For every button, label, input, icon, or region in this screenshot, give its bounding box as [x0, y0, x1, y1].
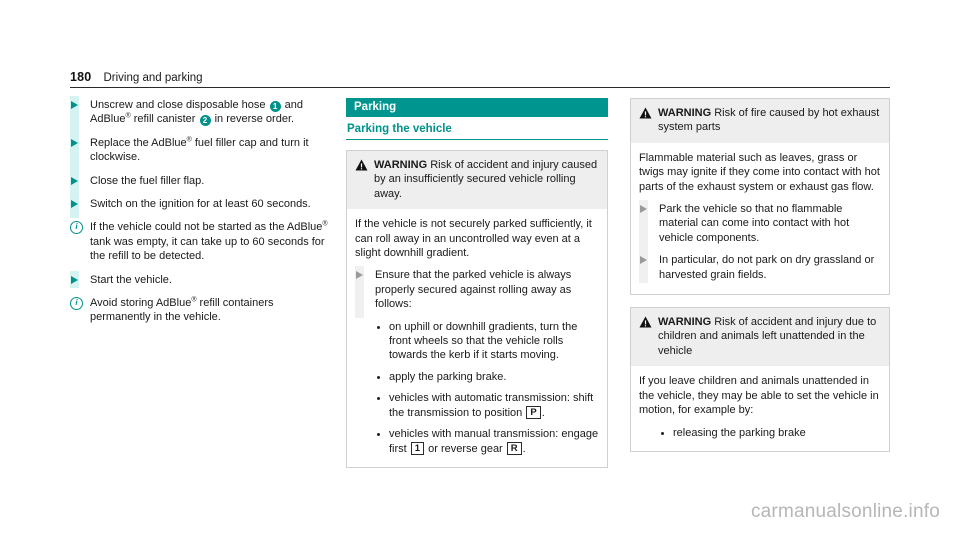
- bullet-turn-front-wheels: on uphill or downhill gradients, turn th…: [355, 320, 599, 363]
- arrow-bullet-icon: [70, 136, 90, 165]
- warning-body: If you leave children and animals unatte…: [631, 366, 889, 451]
- warning-header: WARNING Risk of accident and injury caus…: [347, 151, 607, 210]
- step-text: Start the vehicle.: [90, 273, 172, 286]
- dot-bullet-icon: [375, 320, 389, 363]
- registered-trademark-symbol: ®: [186, 136, 192, 144]
- bullet-text: apply the parking brake.: [389, 370, 507, 383]
- warning-paragraph: If the vehicle is not securely parked su…: [355, 218, 592, 260]
- middle-column: Parking Parking the vehicle WARNING Risk…: [346, 98, 608, 480]
- registered-trademark-symbol: ®: [191, 296, 197, 304]
- gear-key-1: 1: [410, 441, 425, 455]
- step-park-away-from-flammable: Park the vehicle so that no flammable ma…: [639, 200, 881, 252]
- page-header: 180 Driving and parking: [70, 70, 890, 88]
- gear-key-P: P: [526, 405, 541, 419]
- step-replace-filler-cap: Replace the AdBlue® fuel filler cap and …: [70, 133, 332, 172]
- step-text: Park the vehicle so that no flammable ma…: [659, 203, 850, 244]
- info-note-text: Avoid storing AdBlue® refill containers …: [90, 296, 274, 324]
- info-icon: [70, 296, 90, 325]
- site-watermark: carmanualsonline.info: [750, 501, 940, 522]
- dot-bullet-icon: [659, 426, 673, 440]
- arrow-bullet-icon: [70, 174, 90, 188]
- registered-trademark-symbol: ®: [322, 220, 328, 228]
- step-ensure-secured: Ensure that the parked vehicle is always…: [355, 266, 599, 318]
- warning-label: WARNING: [658, 107, 712, 119]
- warning-box-fire: WARNING Risk of fire caused by hot exhau…: [630, 98, 890, 296]
- warning-triangle-icon: [638, 315, 658, 358]
- step-close-filler-flap: Close the fuel filler flap.: [70, 171, 332, 196]
- page-title: Driving and parking: [103, 72, 203, 84]
- dot-bullet-icon: [375, 370, 389, 384]
- fire-steps-group: Park the vehicle so that no flammable ma…: [639, 200, 881, 284]
- bullet-automatic-transmission: vehicles with automatic transmission: sh…: [355, 391, 599, 420]
- bullet-text: vehicles with automatic transmission: sh…: [389, 392, 594, 419]
- step-text: In particular, do not park on dry grassl…: [659, 254, 875, 281]
- bullet-releasing-parking-brake: releasing the parking brake: [639, 426, 881, 440]
- warning-triangle-icon: [638, 106, 658, 135]
- warning-headline: WARNING Risk of fire caused by hot exhau…: [658, 106, 881, 135]
- step-text: Ensure that the parked vehicle is always…: [375, 269, 572, 311]
- gear-key-R: R: [506, 441, 522, 455]
- warning-headline: WARNING Risk of accident and injury caus…: [374, 158, 599, 201]
- arrow-bullet-icon: [70, 273, 90, 287]
- step-text: Close the fuel filler flap.: [90, 174, 205, 187]
- bullet-text: releasing the parking brake: [673, 426, 806, 439]
- info-note-text: If the vehicle could not be started as t…: [90, 220, 328, 263]
- step-no-dry-grassland: In particular, do not park on dry grassl…: [639, 251, 881, 284]
- warning-label: WARNING: [374, 159, 428, 171]
- callout-badge-1: 1: [269, 101, 281, 112]
- step-text: Switch on the ignition for at least 60 s…: [90, 198, 311, 211]
- content-columns: Unscrew and close disposable hose 1 and …: [70, 96, 890, 480]
- warning-box-children: WARNING Risk of accident and injury due …: [630, 307, 890, 452]
- warning-label: WARNING: [658, 316, 712, 329]
- left-column: Unscrew and close disposable hose 1 and …: [70, 96, 332, 480]
- info-note-storage: Avoid storing AdBlue® refill containers …: [70, 296, 332, 325]
- warning-box-rolling-away: WARNING Risk of accident and injury caus…: [346, 150, 608, 468]
- step-unscrew-close-hose: Unscrew and close disposable hose 1 and …: [70, 96, 332, 134]
- dot-bullet-icon: [375, 427, 389, 456]
- middle-sub-bullets: on uphill or downhill gradients, turn th…: [355, 320, 599, 456]
- step-start-vehicle: Start the vehicle.: [70, 270, 332, 289]
- arrow-bullet-icon: [70, 197, 90, 211]
- subsection-title-parking-the-vehicle: Parking the vehicle: [346, 117, 608, 140]
- bullet-text: vehicles with manual transmission: engag…: [389, 428, 599, 455]
- info-icon: [70, 220, 90, 263]
- step-switch-on-ignition: Switch on the ignition for at least 60 s…: [70, 195, 332, 219]
- info-note-refill-detection: If the vehicle could not be started as t…: [70, 220, 332, 263]
- page-number: 180: [70, 70, 92, 84]
- right-column: WARNING Risk of fire caused by hot exhau…: [630, 98, 890, 480]
- warning-header: WARNING Risk of accident and injury due …: [631, 308, 889, 367]
- step-text: Unscrew and close disposable hose 1 and …: [90, 99, 303, 127]
- left-steps-group: Unscrew and close disposable hose 1 and …: [70, 96, 332, 219]
- children-sub-bullets: releasing the parking brake: [639, 426, 881, 440]
- bullet-manual-transmission: vehicles with manual transmission: engag…: [355, 427, 599, 456]
- bullet-apply-parking-brake: apply the parking brake.: [355, 370, 599, 384]
- registered-trademark-symbol: ®: [125, 112, 131, 120]
- callout-badge-2: 2: [199, 115, 211, 127]
- dot-bullet-icon: [375, 391, 389, 420]
- bullet-text: on uphill or downhill gradients, turn th…: [389, 320, 578, 362]
- warning-headline: WARNING Risk of accident and injury due …: [658, 315, 881, 358]
- step-text: Replace the AdBlue® fuel filler cap and …: [90, 136, 309, 164]
- warning-triangle-icon: [354, 158, 374, 201]
- warning-paragraph: Flammable material such as leaves, grass…: [639, 151, 880, 193]
- arrow-bullet-icon: [355, 268, 375, 311]
- arrow-bullet-icon: [639, 202, 659, 245]
- warning-body: Flammable material such as leaves, grass…: [631, 143, 889, 294]
- section-banner-parking: Parking: [346, 98, 608, 117]
- arrow-bullet-icon: [70, 98, 90, 127]
- warning-body: If the vehicle is not securely parked su…: [347, 209, 607, 467]
- warning-header: WARNING Risk of fire caused by hot exhau…: [631, 99, 889, 143]
- warning-paragraph: If you leave children and animals unatte…: [639, 375, 879, 417]
- arrow-bullet-icon: [639, 253, 659, 282]
